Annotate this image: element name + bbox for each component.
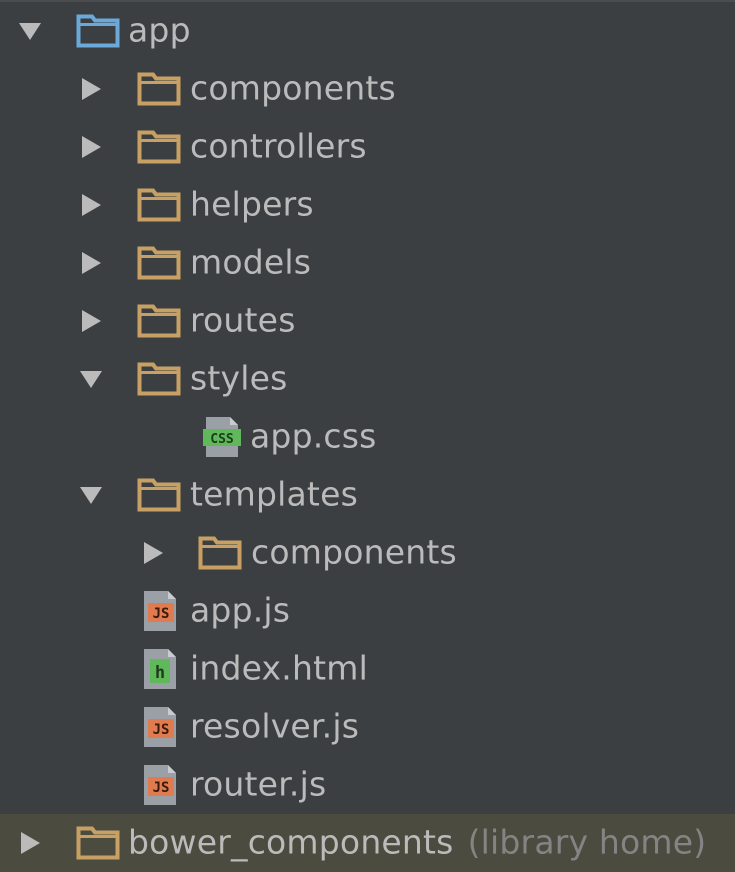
tree-node-label: bower_components (library home)	[128, 823, 706, 862]
tree-node-label: routes	[190, 300, 296, 340]
tree-node-controllers[interactable]: controllers	[0, 118, 735, 176]
tree-node-label: resolver.js	[190, 706, 360, 746]
folder-icon	[198, 536, 242, 570]
tree-node-routes[interactable]: routes	[0, 292, 735, 350]
tree-node-app-css[interactable]: CSS app.css	[0, 408, 735, 466]
folder-icon	[137, 72, 181, 106]
tree-node-app[interactable]: app	[0, 2, 735, 60]
tree-node-index-html[interactable]: h index.html	[0, 640, 735, 698]
tree-node-label: helpers	[190, 184, 314, 224]
chevron-right-icon[interactable]	[78, 134, 104, 160]
module-folder-icon	[76, 14, 120, 48]
file-badge-text: JS	[153, 722, 170, 738]
tree-node-styles[interactable]: styles	[0, 350, 735, 408]
folder-icon	[137, 188, 181, 222]
tree-node-label: models	[190, 242, 312, 282]
html-file-icon: h	[138, 647, 182, 691]
tree-node-bower-components[interactable]: bower_components (library home)	[0, 814, 735, 872]
tree-node-models[interactable]: models	[0, 234, 735, 292]
folder-icon	[137, 246, 181, 280]
tree-node-label: components	[190, 68, 396, 108]
tree-node-label: app.js	[190, 590, 291, 630]
chevron-right-icon[interactable]	[78, 76, 104, 102]
file-badge-text: JS	[153, 606, 170, 622]
chevron-right-icon[interactable]	[78, 192, 104, 218]
tree-node-app-js[interactable]: JS app.js	[0, 582, 735, 640]
project-tree: app components controllers helpers model…	[0, 0, 735, 872]
folder-icon	[137, 130, 181, 164]
tree-node-label: app	[128, 10, 191, 50]
tree-node-label: router.js	[190, 764, 327, 804]
library-home-hint: (library home)	[467, 822, 707, 862]
tree-node-templates[interactable]: templates	[0, 466, 735, 524]
chevron-down-icon[interactable]	[17, 18, 43, 44]
folder-icon	[76, 826, 120, 860]
chevron-right-icon[interactable]	[78, 308, 104, 334]
tree-node-templates-components[interactable]: components	[0, 524, 735, 582]
chevron-right-icon[interactable]	[17, 830, 43, 856]
file-badge-text: JS	[153, 780, 170, 796]
css-file-icon: CSS	[200, 415, 244, 459]
chevron-right-icon[interactable]	[140, 540, 166, 566]
chevron-down-icon[interactable]	[78, 482, 104, 508]
folder-icon	[137, 304, 181, 338]
folder-name: bower_components	[128, 822, 454, 862]
chevron-right-icon[interactable]	[78, 250, 104, 276]
tree-node-components[interactable]: components	[0, 60, 735, 118]
tree-node-label: controllers	[190, 126, 367, 166]
file-badge-text: h	[155, 663, 165, 683]
tree-node-resolver-js[interactable]: JS resolver.js	[0, 698, 735, 756]
tree-node-label: app.css	[250, 416, 377, 456]
file-badge-text: CSS	[210, 432, 234, 447]
tree-node-router-js[interactable]: JS router.js	[0, 756, 735, 814]
js-file-icon: JS	[138, 705, 182, 749]
js-file-icon: JS	[138, 589, 182, 633]
tree-node-label: index.html	[190, 648, 368, 688]
folder-icon	[137, 478, 181, 512]
tree-node-label: templates	[190, 474, 358, 514]
tree-node-label: components	[251, 532, 457, 572]
tree-node-label: styles	[190, 358, 288, 398]
tree-node-helpers[interactable]: helpers	[0, 176, 735, 234]
js-file-icon: JS	[138, 763, 182, 807]
folder-icon	[137, 362, 181, 396]
chevron-down-icon[interactable]	[78, 366, 104, 392]
